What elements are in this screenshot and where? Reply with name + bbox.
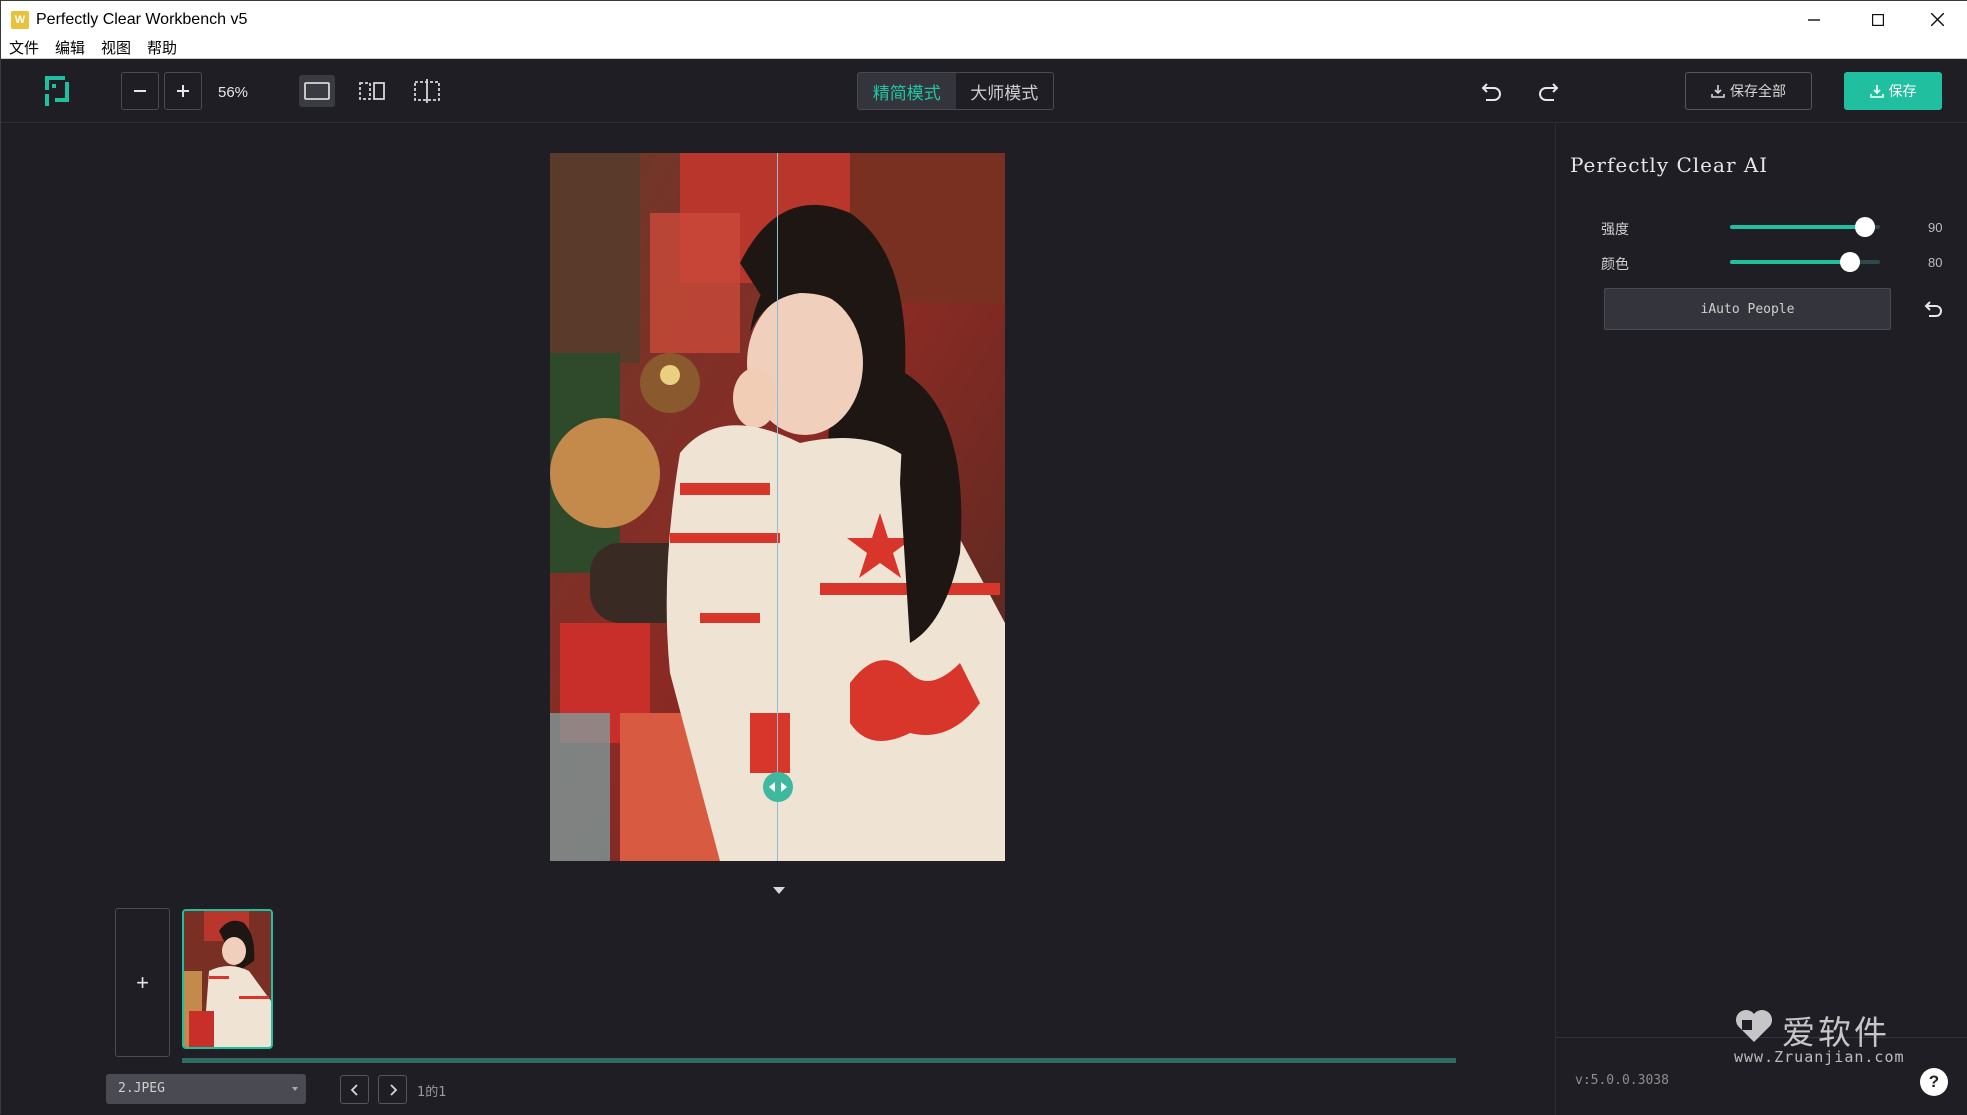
zoom-level: 56%: [218, 84, 249, 101]
strength-value: 90: [1928, 220, 1943, 235]
download-icon: [1869, 85, 1884, 98]
close-button[interactable]: [1908, 1, 1966, 38]
prev-page-button[interactable]: [340, 1075, 369, 1104]
redo-icon: [1539, 83, 1559, 101]
window-title: Perfectly Clear Workbench v5: [36, 11, 248, 28]
crop-view-icon: [414, 79, 440, 103]
plus-icon: [177, 85, 189, 97]
close-icon: [1930, 13, 1944, 26]
split-handle-icon: [769, 782, 787, 792]
reset-button[interactable]: [1921, 296, 1947, 322]
mode-simple[interactable]: 精简模式: [858, 73, 956, 109]
watermark: 爱软件 www.Zruanjian.com: [1734, 1004, 1914, 1066]
panel-title: Perfectly Clear AI: [1570, 153, 1769, 177]
maximize-icon: [1872, 13, 1884, 26]
split-view-icon: [359, 82, 385, 100]
mode-switch: 精简模式 大师模式: [857, 72, 1054, 110]
format-select[interactable]: 2.JPEG: [106, 1074, 306, 1104]
adjustments-panel: Perfectly Clear AI 强度 90 颜色 80 iAuto Peo…: [1555, 123, 1967, 1115]
format-value: 2.JPEG: [118, 1081, 165, 1096]
menu-file[interactable]: 文件: [1, 38, 47, 58]
save-button[interactable]: 保存: [1844, 72, 1942, 110]
thumbnail-image: [184, 911, 271, 1047]
chevron-left-icon: [350, 1083, 358, 1096]
strength-slider[interactable]: [1730, 217, 1880, 237]
menu-bar: 文件 编辑 视图 帮助: [1, 38, 1967, 59]
color-slider-fill: [1730, 260, 1850, 264]
page-indicator: 1的1: [417, 1085, 447, 1100]
download-icon: [1711, 85, 1725, 98]
mode-master[interactable]: 大师模式: [956, 73, 1054, 109]
collapse-filmstrip-icon[interactable]: [773, 887, 785, 894]
single-view-icon: [304, 82, 330, 100]
single-view-button[interactable]: [299, 75, 335, 107]
minimize-icon: [1808, 18, 1820, 21]
crop-view-button[interactable]: [409, 75, 445, 107]
help-button[interactable]: ?: [1920, 1068, 1948, 1096]
next-page-button[interactable]: [378, 1075, 407, 1104]
version-label: v:5.0.0.3038: [1575, 1073, 1669, 1088]
split-view-button[interactable]: [354, 75, 390, 107]
save-label: 保存: [1888, 84, 1917, 100]
color-label: 颜色: [1601, 257, 1629, 273]
add-image-label: +: [136, 969, 149, 995]
image-thumbnail[interactable]: [182, 909, 273, 1049]
color-slider-knob[interactable]: [1840, 252, 1860, 272]
chevron-down-icon: [292, 1087, 298, 1091]
undo-icon: [1481, 83, 1501, 101]
preset-button[interactable]: iAuto People: [1604, 288, 1891, 330]
logo-icon: [45, 76, 69, 106]
menu-edit[interactable]: 编辑: [47, 38, 93, 58]
strength-slider-knob[interactable]: [1855, 217, 1875, 237]
minimize-button[interactable]: [1785, 1, 1843, 38]
app-window: W Perfectly Clear Workbench v5 文件 编辑 视图 …: [0, 0, 1967, 1115]
minus-icon: [134, 90, 146, 92]
undo-button[interactable]: [1477, 77, 1507, 107]
toolbar: 56% 精简模式 大师模式 保存全部 保存: [1, 60, 1967, 123]
strength-slider-fill: [1730, 225, 1865, 229]
color-slider[interactable]: [1730, 252, 1880, 272]
save-all-button[interactable]: 保存全部: [1685, 72, 1812, 110]
watermark-text: 爱软件: [1782, 1013, 1890, 1052]
menu-view[interactable]: 视图: [93, 38, 139, 58]
title-bar: W Perfectly Clear Workbench v5: [1, 1, 1967, 38]
save-all-label: 保存全部: [1730, 84, 1786, 100]
split-handle[interactable]: [763, 772, 793, 802]
redo-button[interactable]: [1533, 77, 1563, 107]
zoom-out-button[interactable]: [121, 72, 159, 110]
filmstrip-progress: [182, 1058, 1456, 1063]
add-image-button[interactable]: +: [115, 908, 170, 1057]
color-value: 80: [1928, 255, 1943, 270]
watermark-url: www.Zruanjian.com: [1734, 1048, 1905, 1066]
split-divider[interactable]: [777, 153, 778, 861]
chevron-right-icon: [389, 1083, 397, 1096]
maximize-button[interactable]: [1849, 1, 1907, 38]
strength-label: 强度: [1601, 222, 1629, 238]
zoom-in-button[interactable]: [164, 72, 202, 110]
heart-logo-icon: [1736, 1010, 1772, 1042]
menu-help[interactable]: 帮助: [139, 38, 185, 58]
app-icon: W: [11, 11, 29, 29]
reset-icon: [1924, 301, 1942, 317]
